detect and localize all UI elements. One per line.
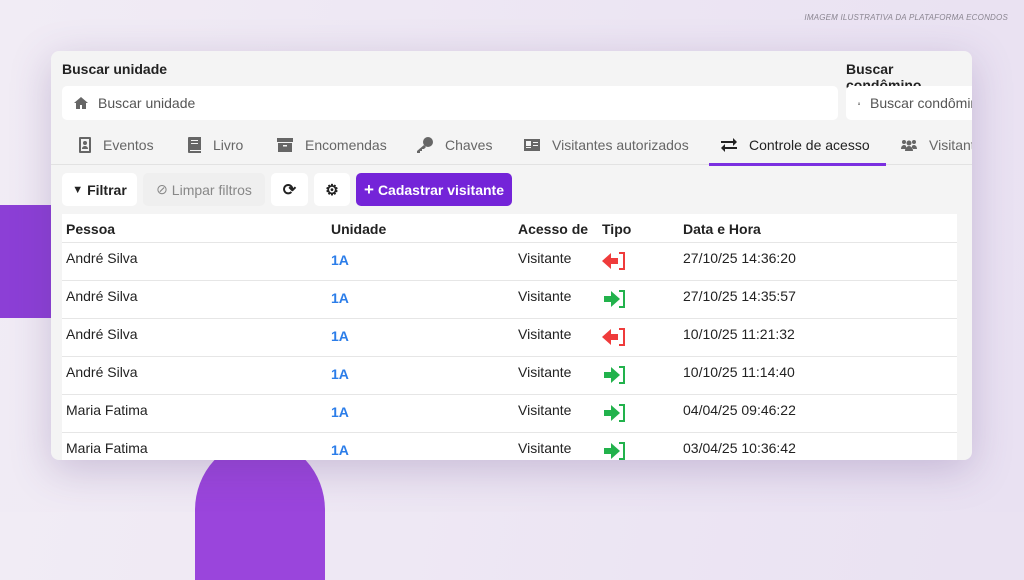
person-name: André Silva	[66, 288, 138, 304]
access-type: Visitante	[518, 288, 572, 304]
access-type: Visitante	[518, 326, 572, 342]
column-header: Data e Hora	[683, 221, 761, 237]
tab-label: Chaves	[445, 137, 493, 153]
app-window: Buscar unidade Buscar condômino Buscar u…	[51, 51, 972, 460]
home-icon	[74, 97, 88, 109]
table-row[interactable]: André Silva 1A Visitante 10/10/25 11:14:40	[62, 357, 957, 395]
tab-label: Encomendas	[305, 137, 387, 153]
tab-label: Livro	[213, 137, 244, 153]
access-type: Visitante	[518, 440, 572, 456]
entry-arrow-icon	[602, 365, 626, 388]
plus-icon: +	[364, 179, 374, 199]
tab-eventos[interactable]: Eventos	[79, 125, 154, 165]
column-header: Acesso de	[518, 221, 589, 237]
register-visitor-label: Cadastrar visitante	[377, 181, 504, 198]
exit-arrow-icon	[602, 251, 626, 274]
access-table: Pessoa Unidade Acesso de Tipo Data e Hor…	[62, 214, 957, 460]
unit-link[interactable]: 1A	[331, 442, 349, 458]
person-name: Maria Fatima	[66, 402, 148, 418]
unit-link[interactable]: 1A	[331, 252, 349, 268]
archive-icon	[277, 138, 293, 152]
datetime: 04/04/25 09:46:22	[683, 402, 796, 418]
users-icon	[901, 140, 917, 151]
tab-label: Eventos	[103, 137, 154, 153]
unit-link[interactable]: 1A	[331, 328, 349, 344]
refresh-icon: ⟳	[282, 181, 297, 199]
tab-label: Visitantes	[929, 137, 972, 153]
exchange-icon	[721, 138, 737, 152]
table-row[interactable]: Maria Fatima 1A Visitante 03/04/25 10:36:42	[62, 433, 957, 460]
unit-link[interactable]: 1A	[331, 404, 349, 420]
table-row[interactable]: André Silva 1A Visitante 27/10/25 14:36:20	[62, 243, 957, 281]
column-header: Tipo	[602, 221, 632, 237]
id-badge-icon	[79, 137, 91, 153]
filter-label: Filtrar	[87, 181, 127, 198]
tab-encomendas[interactable]: Encomendas	[277, 125, 387, 165]
search-unit-placeholder: Buscar unidade	[98, 95, 196, 111]
refresh-button[interactable]: ⟳	[271, 173, 308, 206]
entry-arrow-icon	[602, 403, 626, 426]
datetime: 27/10/25 14:35:57	[683, 288, 796, 304]
person-name: André Silva	[66, 250, 138, 266]
filter-icon: ▼	[72, 183, 84, 196]
tab-label: Controle de acesso	[749, 137, 870, 153]
datetime: 03/04/25 10:36:42	[683, 440, 796, 456]
id-card-icon	[524, 139, 540, 151]
book-icon	[188, 137, 201, 153]
table-row[interactable]: Maria Fatima 1A Visitante 04/04/25 09:46:22	[62, 395, 957, 433]
clear-filters-label: Limpar filtros	[171, 181, 252, 198]
access-type: Visitante	[518, 250, 572, 266]
decorative-shape	[195, 440, 325, 580]
datetime: 10/10/25 11:21:32	[683, 326, 795, 342]
search-resident-input[interactable]: Buscar condômino	[846, 86, 972, 120]
search-resident-placeholder: Buscar condômino	[870, 95, 972, 111]
tab-visitantes-autorizados[interactable]: Visitantes autorizados	[524, 125, 689, 165]
tab-livro[interactable]: Livro	[188, 125, 243, 165]
column-header: Unidade	[331, 221, 387, 237]
ban-icon: ⊘	[156, 181, 168, 197]
table-row[interactable]: André Silva 1A Visitante 27/10/25 14:35:57	[62, 281, 957, 319]
tab-controle-de-acesso[interactable]: Controle de acesso	[709, 125, 886, 166]
tab-visitantes[interactable]: Visitantes	[901, 125, 972, 165]
datetime: 27/10/25 14:36:20	[683, 250, 796, 266]
register-visitor-button[interactable]: + Cadastrar visitante	[356, 173, 512, 206]
search-unit-input[interactable]: Buscar unidade	[62, 86, 838, 120]
unit-link[interactable]: 1A	[331, 366, 349, 382]
datetime: 10/10/25 11:14:40	[683, 364, 795, 380]
search-unit-label: Buscar unidade	[62, 61, 168, 77]
person-name: André Silva	[66, 364, 138, 380]
tab-chaves[interactable]: Chaves	[417, 125, 492, 165]
access-type: Visitante	[518, 402, 572, 418]
user-icon	[858, 101, 861, 105]
tab-label: Visitantes autorizados	[552, 137, 689, 153]
entry-arrow-icon	[602, 441, 626, 460]
watermark: IMAGEM ILUSTRATIVA DA PLATAFORMA ECONDOS	[804, 13, 1008, 22]
exit-arrow-icon	[602, 327, 626, 350]
settings-button[interactable]: ⚙	[314, 173, 350, 206]
clear-filters-button[interactable]: ⊘ Limpar filtros	[143, 173, 265, 206]
entry-arrow-icon	[602, 289, 626, 312]
access-type: Visitante	[518, 364, 572, 380]
table-header: Pessoa Unidade Acesso de Tipo Data e Hor…	[62, 214, 957, 243]
person-name: André Silva	[66, 326, 138, 342]
gear-icon: ⚙	[325, 181, 339, 199]
table-row[interactable]: André Silva 1A Visitante 10/10/25 11:21:32	[62, 319, 957, 357]
tab-bar: Eventos Livro Encomendas Chaves Visitant…	[51, 125, 972, 166]
key-icon	[417, 137, 433, 153]
person-name: Maria Fatima	[66, 440, 148, 456]
column-header: Pessoa	[66, 221, 116, 237]
decorative-shape	[0, 205, 52, 318]
filter-button[interactable]: ▼ Filtrar	[62, 173, 137, 206]
unit-link[interactable]: 1A	[331, 290, 349, 306]
